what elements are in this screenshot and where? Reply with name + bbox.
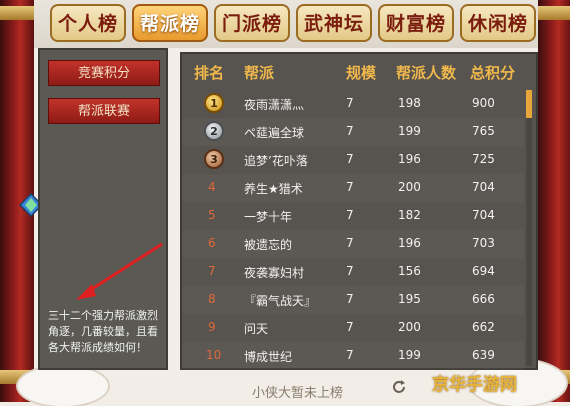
ranking-tab-bar: 个人榜 帮派榜 门派榜 武神坛 财富榜 休闲榜 <box>44 2 536 46</box>
gold-medal-icon: 1 <box>204 93 224 113</box>
arrow-icon <box>76 242 163 300</box>
guild-score: 704 <box>472 180 495 194</box>
table-row[interactable]: 9 问天 7 200 662 <box>182 314 524 342</box>
rank-number: 7 <box>208 264 216 278</box>
guild-scale: 7 <box>346 348 354 362</box>
header-total-score: 总积分 <box>470 64 516 82</box>
table-row[interactable]: 8 『霸气战天』 7 195 666 <box>182 286 524 314</box>
guild-ranking-table: 排名 帮派 规模 帮派人数 总积分 1 夜雨潇潇灬 7 198 900 2 ペ莚… <box>180 52 538 370</box>
table-row[interactable]: 2 ペ莚遍全球 7 199 765 <box>182 118 524 146</box>
tab-wealth[interactable]: 财富榜 <box>378 4 454 42</box>
table-row[interactable]: 6 被遗忘的 7 196 703 <box>182 230 524 258</box>
guild-league-button[interactable]: 帮派联赛 <box>48 98 160 124</box>
table-row[interactable]: 5 一梦十年 7 182 704 <box>182 202 524 230</box>
guild-score: 703 <box>472 236 495 250</box>
tab-leisure[interactable]: 休闲榜 <box>460 4 536 42</box>
guild-name: 博成世纪 <box>244 350 293 364</box>
tab-war-god[interactable]: 武神坛 <box>296 4 372 42</box>
guild-name: 『霸气战天』 <box>244 294 317 308</box>
hint-text: 三十二个强力帮派激烈角逐，几番较量，且看各大帮派成绩如何！ <box>48 309 158 354</box>
table-scrollbar[interactable] <box>526 90 532 366</box>
tab-guild[interactable]: 帮派榜 <box>132 4 208 42</box>
header-rank: 排名 <box>194 64 225 82</box>
guild-members: 182 <box>398 208 421 222</box>
guild-scale: 7 <box>346 96 354 110</box>
guild-score: 900 <box>472 96 495 110</box>
rank-number: 8 <box>208 292 216 306</box>
guild-name: 夜袭寡妇村 <box>244 266 305 280</box>
guild-name: 问天 <box>244 322 269 336</box>
guild-name: 一梦十年 <box>244 210 293 224</box>
guild-members: 199 <box>398 124 421 138</box>
rank-number: 4 <box>208 180 216 194</box>
refresh-icon[interactable] <box>390 378 408 396</box>
guild-members: 200 <box>398 320 421 334</box>
guild-scale: 7 <box>346 236 354 250</box>
guild-members: 195 <box>398 292 421 306</box>
guild-score: 639 <box>472 348 495 362</box>
guild-name: ペ莚遍全球 <box>244 126 305 140</box>
tab-sect[interactable]: 门派榜 <box>214 4 290 42</box>
guild-score: 765 <box>472 124 495 138</box>
table-row[interactable]: 10 博成世纪 7 199 639 <box>182 342 524 370</box>
guild-name: 追梦’花卟落 <box>244 154 308 168</box>
header-scale: 规模 <box>346 64 377 82</box>
right-pillar-decoration <box>538 0 570 402</box>
guild-scale: 7 <box>346 292 354 306</box>
guild-members: 200 <box>398 180 421 194</box>
guild-score: 725 <box>472 152 495 166</box>
guild-name: 被遗忘的 <box>244 238 293 252</box>
rank-number: 5 <box>208 208 216 222</box>
watermark-text: 京华手游网 <box>432 375 517 395</box>
guild-name: 夜雨潇潇灬 <box>244 98 305 112</box>
bronze-medal-icon: 3 <box>204 149 224 169</box>
table-header: 排名 帮派 规模 帮派人数 总积分 <box>182 54 536 90</box>
guild-score: 666 <box>472 292 495 306</box>
own-rank-status: 小侠大暂未上榜 <box>252 386 344 401</box>
guild-score: 662 <box>472 320 495 334</box>
header-members: 帮派人数 <box>396 64 457 82</box>
table-row[interactable]: 4 养生★猎术 7 200 704 <box>182 174 524 202</box>
header-guild-name: 帮派 <box>244 64 275 82</box>
guild-score: 704 <box>472 208 495 222</box>
cloud-decoration <box>18 366 108 406</box>
guild-members: 196 <box>398 236 421 250</box>
rank-number: 6 <box>208 236 216 250</box>
guild-score: 694 <box>472 264 495 278</box>
guild-scale: 7 <box>346 264 354 278</box>
guild-scale: 7 <box>346 180 354 194</box>
scrollbar-thumb[interactable] <box>526 90 532 118</box>
guild-scale: 7 <box>346 124 354 138</box>
left-panel: 竞赛积分 帮派联赛 三十二个强力帮派激烈角逐，几番较量，且看各大帮派成绩如何！ <box>38 48 168 370</box>
table-row[interactable]: 7 夜袭寡妇村 7 156 694 <box>182 258 524 286</box>
rank-number: 9 <box>208 320 216 334</box>
guild-members: 156 <box>398 264 421 278</box>
guild-name: 养生★猎术 <box>244 182 303 196</box>
tab-personal[interactable]: 个人榜 <box>50 4 126 42</box>
guild-members: 196 <box>398 152 421 166</box>
table-row[interactable]: 1 夜雨潇潇灬 7 198 900 <box>182 90 524 118</box>
silver-medal-icon: 2 <box>204 121 224 141</box>
table-row[interactable]: 3 追梦’花卟落 7 196 725 <box>182 146 524 174</box>
competition-points-button[interactable]: 竞赛积分 <box>48 60 160 86</box>
guild-scale: 7 <box>346 152 354 166</box>
guild-scale: 7 <box>346 320 354 334</box>
guild-members: 198 <box>398 96 421 110</box>
guild-members: 199 <box>398 348 421 362</box>
rank-number: 10 <box>206 348 222 362</box>
guild-scale: 7 <box>346 208 354 222</box>
